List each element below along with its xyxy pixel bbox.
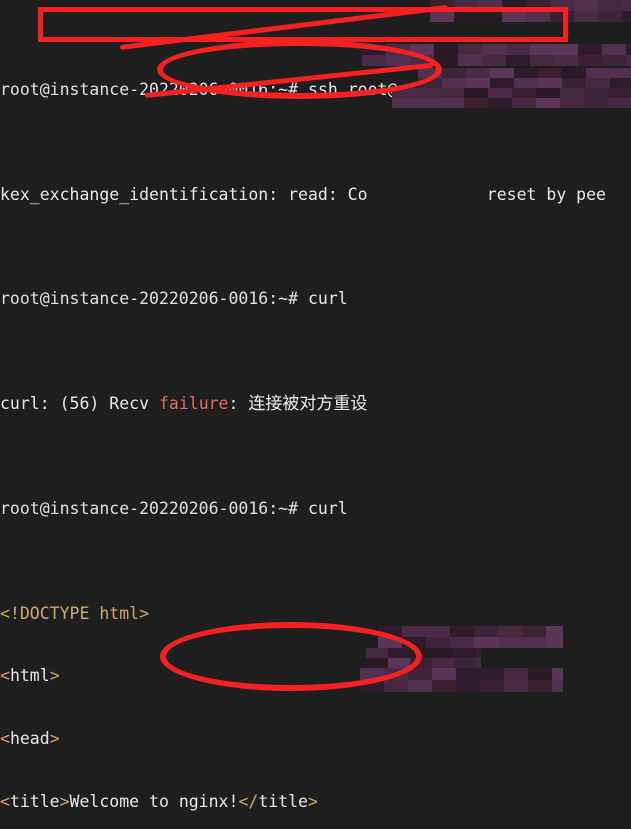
shell-prompt: root@instance-20220206-0016 <box>0 289 269 309</box>
html-title-text: Welcome to nginx! <box>69 792 239 812</box>
ssh-command: ssh root@ <box>298 79 398 99</box>
terminal-line: root@instance-20220206-0016:~# curl <box>0 499 631 520</box>
shell-prompt-path: :~# <box>268 79 299 99</box>
terminal-line: root@instance-20220206-0016:~# ssh root@ <box>0 80 631 101</box>
curl-command: curl <box>298 498 358 518</box>
terminal-line: kex_exchange_identification: read: Co re… <box>0 185 631 206</box>
curl-error-colon: : <box>228 394 249 414</box>
curl-error-word: failure <box>158 394 229 414</box>
shell-prompt: root@instance-20220206-0016 <box>0 498 269 518</box>
terminal-line: <!DOCTYPE html> <box>0 604 631 625</box>
terminal-screenshot: root@instance-20220206-0016:~# ssh root@… <box>0 0 631 829</box>
terminal-line: <head> <box>0 729 60 749</box>
curl-command: curl <box>298 289 358 309</box>
kex-error-prefix: kex_exchange_identification: read: Co <box>0 184 368 204</box>
html-doctype: <!DOCTYPE html> <box>0 603 150 623</box>
shell-prompt: root@instance-20220206-0016 <box>0 79 269 99</box>
terminal-line: <title>Welcome to nginx!</title> <box>0 792 318 812</box>
terminal-line: curl: (56) Recv failure: 连接被对方重设 <box>0 394 631 415</box>
curl-error-chinese: 连接被对方重设 <box>248 394 368 415</box>
shell-prompt-path: :~# <box>268 498 299 518</box>
curl-error-code: curl: (56) Recv <box>0 394 159 414</box>
kex-error-suffix: reset by pee <box>486 184 606 204</box>
shell-prompt-path: :~# <box>268 289 299 309</box>
terminal-output: root@instance-20220206-0016:~# ssh root@… <box>0 0 631 829</box>
terminal-line: root@instance-20220206-0016:~# curl <box>0 289 631 310</box>
terminal-line: <html> <box>0 666 60 686</box>
